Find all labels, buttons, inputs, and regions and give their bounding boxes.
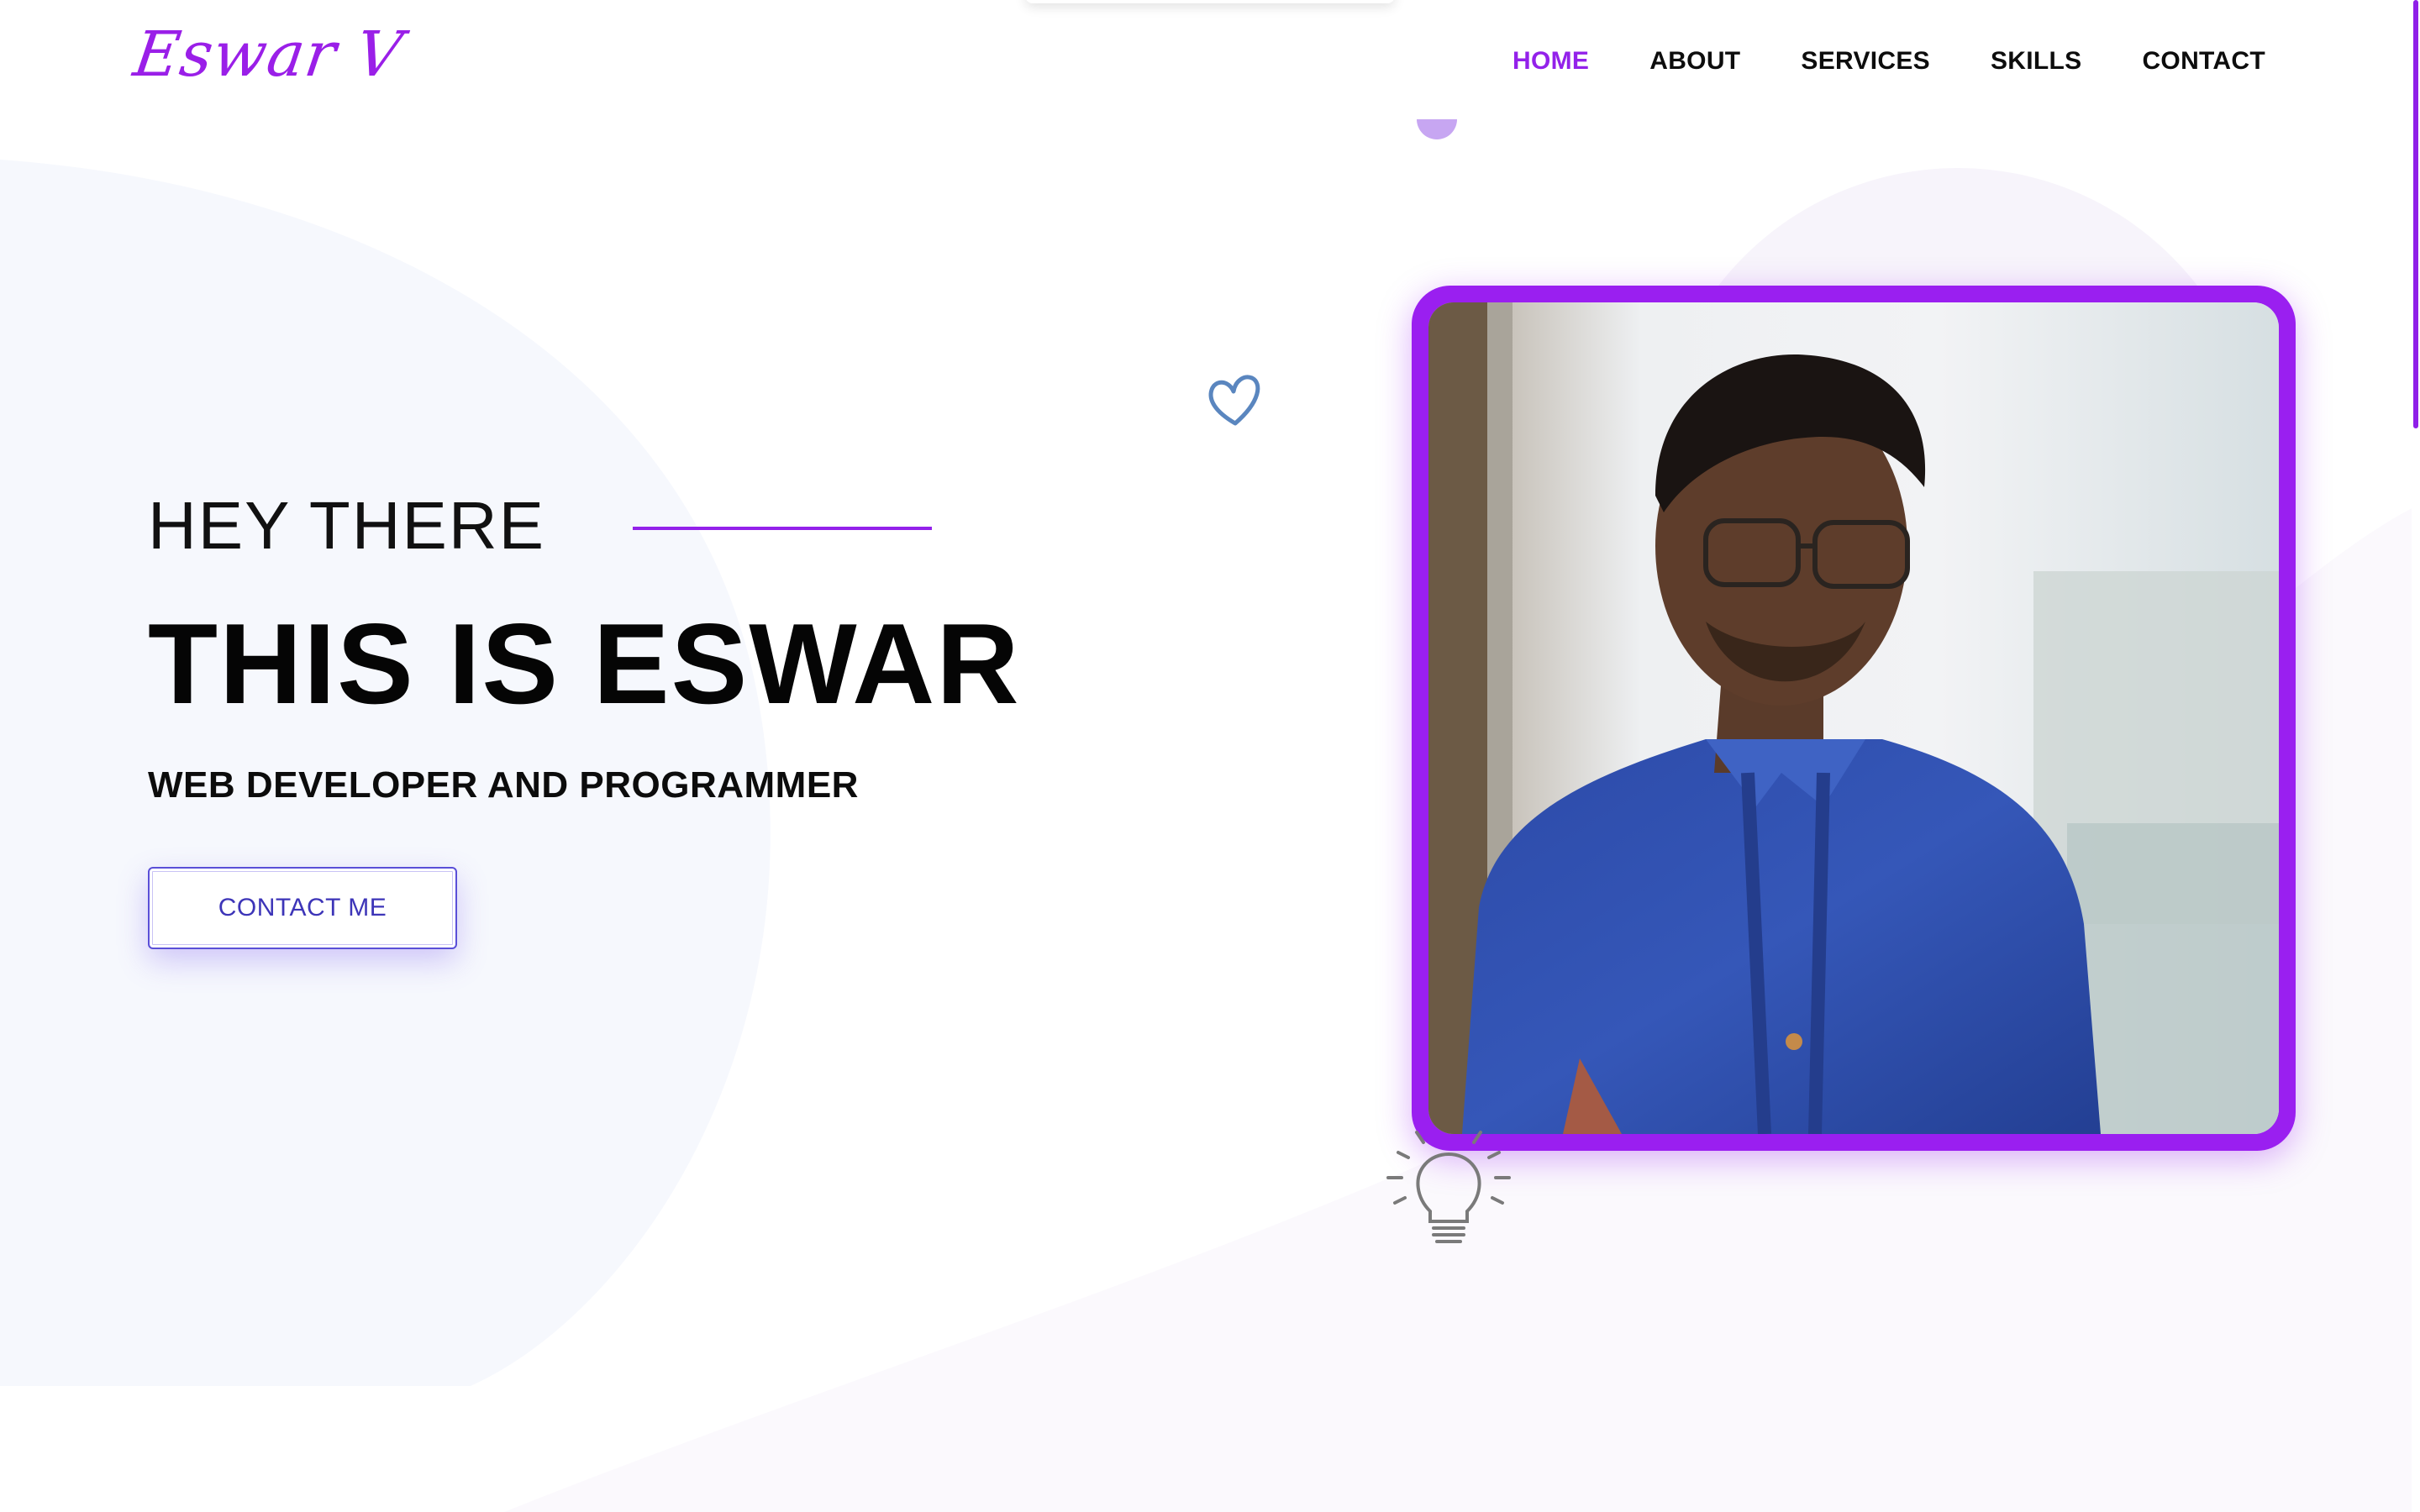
- page-scrollbar[interactable]: [2412, 0, 2420, 1512]
- nav-item-contact[interactable]: CONTACT: [2142, 47, 2265, 76]
- lightbulb-icon: [1386, 1131, 1511, 1243]
- site-header: Eswar V HOME ABOUT SERVICES SKILLS CONTA…: [0, 0, 2420, 126]
- contact-me-button[interactable]: CONTACT ME: [148, 867, 457, 949]
- scrollbar-thumb[interactable]: [2413, 0, 2418, 428]
- hero-greeting: HEY THERE: [148, 488, 545, 563]
- profile-photo: [1428, 302, 2279, 1134]
- hero-subtitle: WEB DEVELOPER AND PROGRAMMER: [148, 764, 859, 806]
- greeting-row: HEY THERE: [148, 487, 1021, 564]
- hero-section: HEY THERE THIS IS ESWAR WEB DEVELOPER AN…: [148, 487, 1021, 949]
- nav-item-home[interactable]: HOME: [1512, 47, 1589, 76]
- hero-headline: THIS IS ESWAR: [148, 600, 1021, 727]
- heart-icon: [1208, 375, 1260, 426]
- profile-photo-frame: [1412, 286, 2296, 1151]
- nav-item-services[interactable]: SERVICES: [1801, 47, 1930, 76]
- nav-item-skills[interactable]: SKILLS: [1991, 47, 2081, 76]
- nav-item-about[interactable]: ABOUT: [1649, 47, 1740, 76]
- portrait-image: [1428, 302, 2279, 1134]
- greeting-divider: [632, 527, 932, 530]
- main-nav: HOME ABOUT SERVICES SKILLS CONTACT: [1452, 47, 2265, 76]
- site-logo[interactable]: Eswar V: [129, 18, 408, 91]
